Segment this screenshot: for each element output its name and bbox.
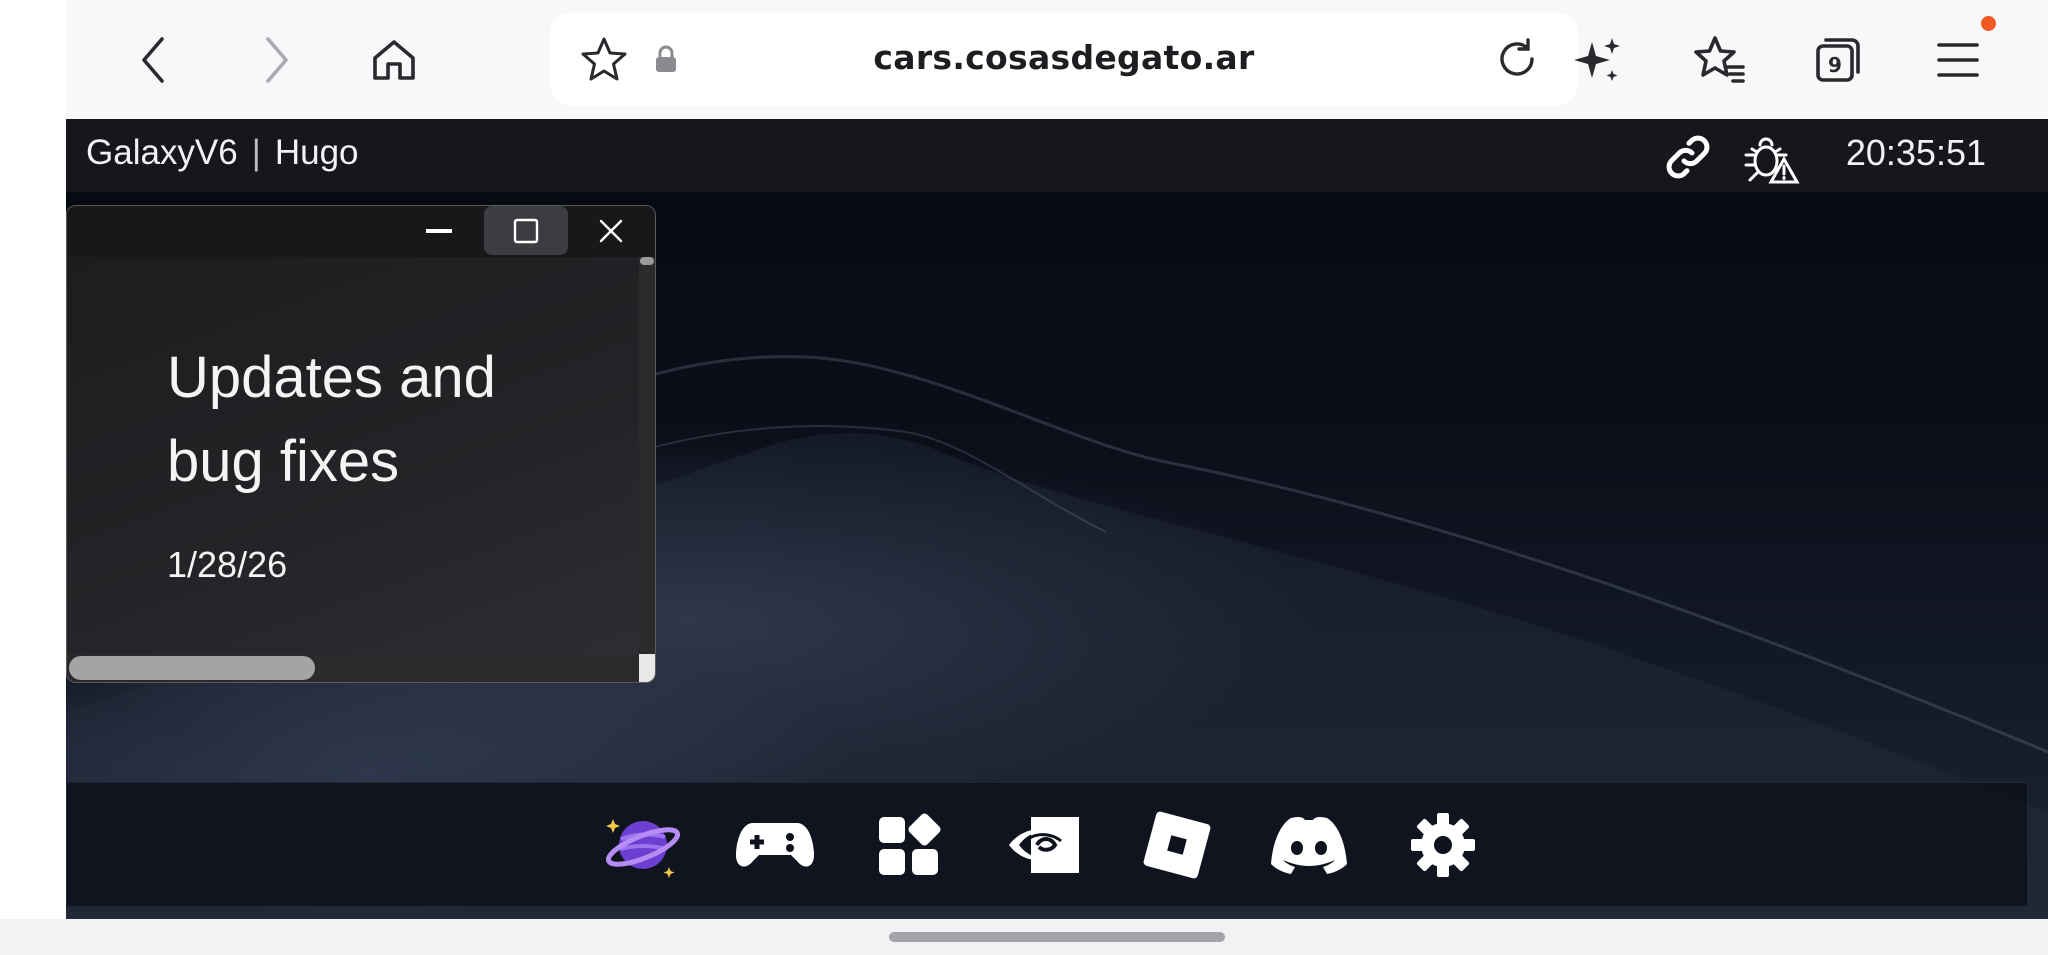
notification-dot <box>1981 16 1996 31</box>
minimize-icon[interactable] <box>397 206 481 255</box>
galaxy-app: GalaxyV6 | Hugo 20:35:51 Updates and bug… <box>66 119 2048 919</box>
horizontal-scrollbar[interactable] <box>67 654 639 682</box>
apps-grid-icon[interactable] <box>867 803 951 887</box>
home-icon[interactable] <box>362 28 426 92</box>
chevron-right-icon[interactable] <box>244 28 308 92</box>
close-icon[interactable] <box>569 206 653 255</box>
discord-icon[interactable] <box>1267 803 1351 887</box>
app-name: GalaxyV6 <box>86 133 238 172</box>
link-icon[interactable] <box>1662 131 1714 187</box>
left-gutter <box>0 0 66 955</box>
url-text[interactable]: cars.cosasdegato.ar <box>550 38 1578 77</box>
home-indicator[interactable] <box>889 932 1225 942</box>
planet-icon[interactable] <box>601 803 685 887</box>
nvidia-icon[interactable] <box>1001 803 1085 887</box>
taskbar <box>66 782 2028 907</box>
updates-window[interactable]: Updates and bug fixes 1/28/26 <box>66 205 656 683</box>
vertical-scroll-thumb[interactable] <box>640 257 654 265</box>
update-date: 1/28/26 <box>167 544 288 585</box>
app-header: GalaxyV6 | Hugo 20:35:51 <box>66 119 2048 192</box>
vertical-scrollbar[interactable] <box>639 257 655 667</box>
bug-warning-icon[interactable] <box>1744 131 1800 189</box>
tabs-icon[interactable]: 9 <box>1806 28 1870 92</box>
clock: 20:35:51 <box>1845 132 1986 173</box>
roblox-icon[interactable] <box>1135 803 1219 887</box>
browser-toolbar: cars.cosasdegato.ar 9 <box>66 0 2048 119</box>
gamepad-icon[interactable] <box>733 803 817 887</box>
system-bottom-bar <box>0 919 2048 955</box>
settings-gear-icon[interactable] <box>1401 803 1485 887</box>
address-bar[interactable]: cars.cosasdegato.ar <box>550 12 1578 106</box>
window-titlebar[interactable] <box>67 206 655 257</box>
horizontal-scroll-thumb[interactable] <box>69 656 315 680</box>
star-list-icon[interactable] <box>1688 28 1752 92</box>
reload-icon[interactable] <box>1494 36 1540 86</box>
sparkles-icon[interactable] <box>1566 28 1630 92</box>
app-title: GalaxyV6 | Hugo <box>86 133 359 173</box>
resize-corner[interactable] <box>639 654 655 682</box>
user-name: Hugo <box>274 133 359 172</box>
hamburger-menu-icon[interactable] <box>1926 28 1990 92</box>
window-content: Updates and bug fixes 1/28/26 <box>167 336 527 586</box>
maximize-icon[interactable] <box>484 206 568 255</box>
tab-count: 9 <box>1828 53 1842 77</box>
title-separator: | <box>251 133 261 172</box>
chevron-left-icon[interactable] <box>122 28 186 92</box>
update-heading: Updates and bug fixes <box>167 345 496 494</box>
